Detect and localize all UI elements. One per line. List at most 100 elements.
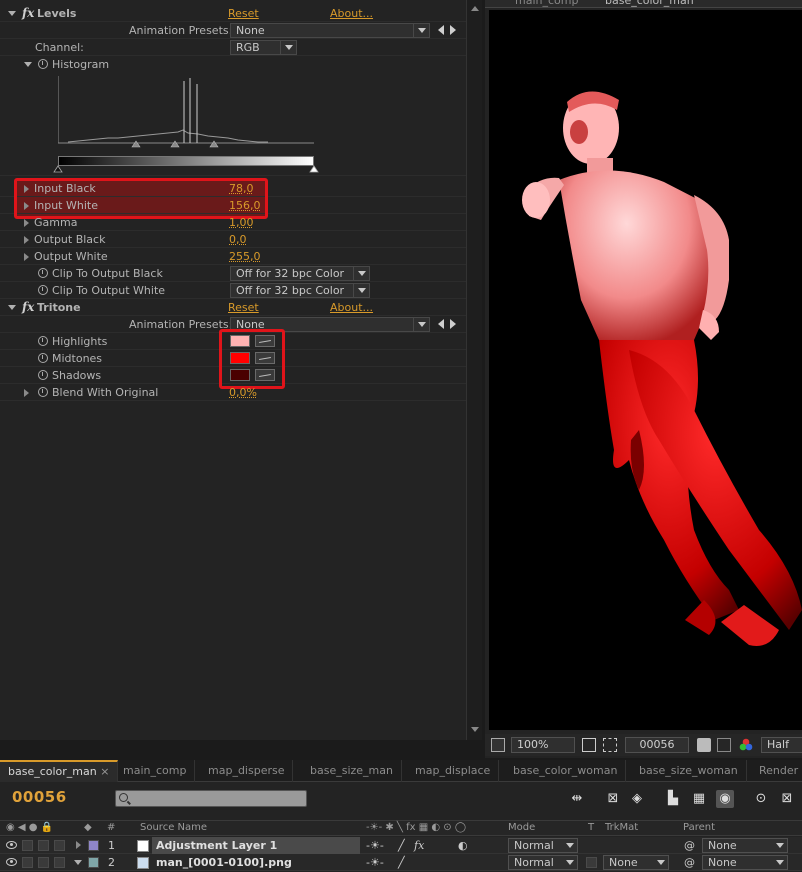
t-header[interactable]: T [588, 822, 594, 833]
effect-panel-scrollbar[interactable] [466, 0, 482, 740]
zoom-dropdown[interactable]: 100% [511, 737, 575, 753]
av-features-column-icon[interactable]: ◉ ◀ ● 🔒 [6, 822, 53, 833]
collapse-triangle-icon[interactable] [8, 305, 16, 310]
layer-row[interactable]: 1 Adjustment Layer 1 -☀- ╱ fx ◐ Normal @… [0, 837, 802, 854]
output-sliders[interactable] [52, 165, 322, 175]
timeline-tab-base-color-man[interactable]: base_color_man × [0, 760, 119, 782]
effects-switch-icon[interactable]: fx [414, 839, 424, 852]
collapse-layer-triangle-icon[interactable] [74, 860, 82, 865]
composition-canvas[interactable] [489, 10, 802, 730]
timeline-tab-render[interactable]: Render [751, 760, 802, 782]
timeline-tab-base-size-woman[interactable]: base_size_woman [631, 760, 747, 782]
levels-effect-header[interactable]: fx Levels Reset About... [0, 5, 466, 22]
viewer-tab-base-color-man[interactable]: base_color_man [605, 0, 694, 7]
timeline-tab-map-displace[interactable]: map_displace [407, 760, 500, 782]
composition-mini-flowchart-icon[interactable]: ⇹ [568, 790, 586, 808]
clip-black-dropdown[interactable]: Off for 32 bpc Color [230, 266, 370, 281]
stopwatch-icon[interactable] [38, 370, 48, 380]
adjustment-switch-icon[interactable]: ◐ [458, 839, 468, 852]
scroll-up-icon[interactable] [471, 6, 479, 11]
layer-name[interactable]: man_[0001-0100].png [156, 856, 292, 869]
viewer-timecode[interactable]: 00056 [625, 737, 689, 753]
close-tab-icon[interactable]: × [100, 765, 109, 778]
fx-icon[interactable]: fx [22, 300, 34, 314]
layer-row[interactable]: 2 man_[0001-0100].png -☀- ╱ Normal None … [0, 854, 802, 871]
resolution-dropdown[interactable]: Half [761, 737, 802, 753]
switches-column-icons[interactable]: -☀- ✱ ╲ fx ▦ ◐ ⊙ ◯ [366, 822, 466, 833]
label-color-swatch[interactable] [88, 857, 99, 868]
brainstorm-icon[interactable]: ◉ [716, 790, 734, 808]
parent-header[interactable]: Parent [683, 822, 715, 833]
shy-switch-icon[interactable]: -☀- [366, 839, 384, 852]
histogram-input-sliders[interactable] [52, 140, 322, 154]
hide-shy-layers-icon[interactable]: ◈ [628, 790, 646, 808]
levels-about-link[interactable]: About... [330, 7, 373, 20]
region-of-interest-icon[interactable] [603, 738, 617, 752]
levels-animation-presets-dropdown[interactable]: None [230, 23, 430, 38]
timeline-tab-map-disperse[interactable]: map_disperse [200, 760, 294, 782]
timeline-tab-base-color-woman[interactable]: base_color_woman [505, 760, 627, 782]
clip-white-dropdown[interactable]: Off for 32 bpc Color [230, 283, 370, 298]
stopwatch-icon[interactable] [38, 336, 48, 346]
enable-frame-blending-icon[interactable]: ▙ [664, 790, 682, 808]
collapse-triangle-icon[interactable] [24, 62, 32, 67]
collapse-triangle-icon[interactable] [8, 11, 16, 16]
layer-mode-dropdown[interactable]: Normal [508, 838, 578, 853]
shy-switch-icon[interactable]: -☀- [366, 856, 384, 869]
label-color-swatch[interactable] [88, 840, 99, 851]
expand-triangle-icon[interactable] [24, 236, 29, 244]
tritone-about-link[interactable]: About... [330, 301, 373, 314]
source-name-header[interactable]: Source Name [140, 822, 207, 833]
solo-toggle[interactable] [38, 857, 49, 868]
parent-dropdown[interactable]: None [702, 855, 788, 870]
stopwatch-icon[interactable] [38, 59, 48, 69]
eye-icon[interactable] [6, 858, 17, 866]
snapshot-camera-icon[interactable] [697, 738, 711, 752]
blend-value[interactable]: 0,0% [229, 386, 257, 399]
stopwatch-icon[interactable] [38, 285, 48, 295]
tritone-effect-header[interactable]: fx Tritone Reset About... [0, 299, 466, 316]
layer-mode-dropdown[interactable]: Normal [508, 855, 578, 870]
expand-triangle-icon[interactable] [24, 389, 29, 397]
tritone-reset-link[interactable]: Reset [228, 301, 259, 314]
pick-whip-icon[interactable]: @ [684, 839, 695, 852]
output-black-value[interactable]: 0,0 [229, 233, 247, 246]
preserve-transparency-toggle[interactable] [586, 857, 597, 868]
output-white-value[interactable]: 255,0 [229, 250, 261, 263]
grid-guides-icon[interactable] [582, 738, 596, 752]
motion-blur-icon[interactable]: ▦ [690, 790, 708, 808]
expand-triangle-icon[interactable] [24, 253, 29, 261]
channels-icon[interactable] [739, 738, 753, 752]
graph-toggle-icon[interactable]: ⊠ [778, 790, 796, 808]
gamma-value[interactable]: 1,00 [229, 216, 254, 229]
timeline-tab-base-size-man[interactable]: base_size_man [302, 760, 402, 782]
audio-toggle[interactable] [22, 840, 33, 851]
trkmat-header[interactable]: TrkMat [605, 822, 638, 833]
show-snapshot-icon[interactable] [717, 738, 731, 752]
fx-icon[interactable]: fx [22, 6, 34, 20]
lock-toggle[interactable] [54, 857, 65, 868]
previous-preset-icon[interactable] [438, 25, 444, 35]
layer-number-header[interactable]: # [107, 822, 115, 833]
stopwatch-icon[interactable] [38, 268, 48, 278]
layer-name[interactable]: Adjustment Layer 1 [156, 839, 277, 852]
timeline-tab-main-comp[interactable]: main_comp [115, 760, 196, 782]
pick-whip-icon[interactable]: @ [684, 856, 695, 869]
layer-search-input[interactable] [115, 790, 307, 807]
next-preset-icon[interactable] [450, 25, 456, 35]
scroll-down-icon[interactable] [471, 727, 479, 732]
solo-toggle[interactable] [38, 840, 49, 851]
expand-layer-triangle-icon[interactable] [76, 841, 81, 849]
current-time-display[interactable]: 00056 [12, 788, 67, 806]
quality-switch-icon[interactable]: ╱ [398, 839, 405, 852]
expand-triangle-icon[interactable] [24, 219, 29, 227]
next-preset-icon[interactable] [450, 319, 456, 329]
lock-toggle[interactable] [54, 840, 65, 851]
trkmat-dropdown[interactable]: None [603, 855, 669, 870]
stopwatch-icon[interactable] [38, 353, 48, 363]
previous-preset-icon[interactable] [438, 319, 444, 329]
parent-dropdown[interactable]: None [702, 838, 788, 853]
levels-reset-link[interactable]: Reset [228, 7, 259, 20]
eye-icon[interactable] [6, 841, 17, 849]
stopwatch-icon[interactable] [38, 387, 48, 397]
